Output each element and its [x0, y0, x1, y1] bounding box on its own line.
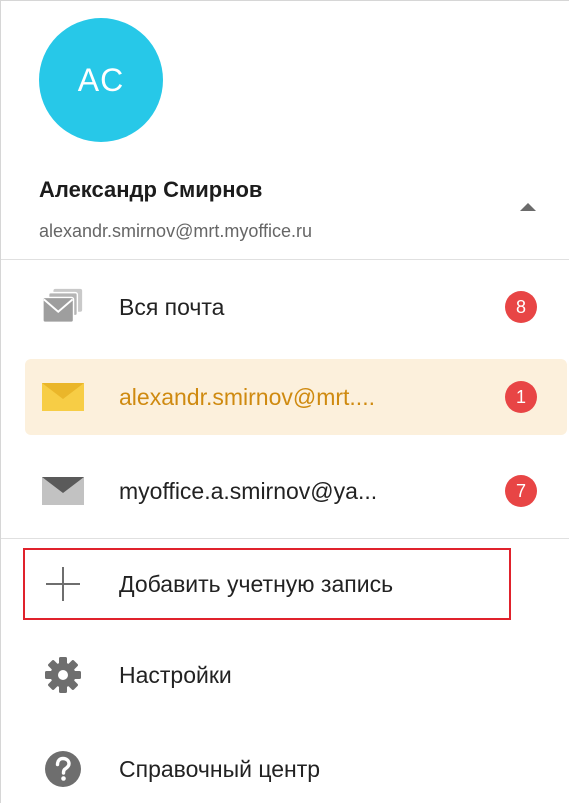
all-mail-icon — [41, 285, 85, 329]
settings-button[interactable]: Настройки — [25, 637, 567, 713]
account-name: Александр Смирнов — [39, 177, 263, 202]
account-email: alexandr.smirnov@mrt.myoffice.ru — [39, 221, 313, 241]
mailbox-account-mrt[interactable]: alexandr.smirnov@mrt.... 1 — [25, 359, 567, 435]
account-switcher-toggle[interactable] — [515, 197, 541, 217]
mailbox-all-mail[interactable]: Вся почта 8 — [25, 269, 567, 345]
highlight-frame — [23, 548, 511, 620]
unread-count-badge: 7 — [505, 475, 537, 507]
unread-count-badge: 8 — [505, 291, 537, 323]
settings-label: Настройки — [119, 661, 232, 688]
mailbox-label: myoffice.a.smirnov@ya... — [119, 477, 378, 504]
mailbox-label: Вся почта — [119, 293, 225, 320]
help-center-button[interactable]: Справочный центр — [25, 731, 567, 803]
help-icon — [41, 747, 85, 791]
envelope-icon — [41, 375, 85, 419]
navigation-drawer: AC Александр Смирнов alexandr.smirnov@mr… — [0, 0, 569, 803]
envelope-icon — [41, 469, 85, 513]
chevron-up-icon — [520, 203, 536, 211]
account-header: AC Александр Смирнов alexandr.smirnov@mr… — [1, 1, 569, 259]
divider — [1, 259, 569, 260]
mailbox-label: alexandr.smirnov@mrt.... — [119, 383, 375, 410]
avatar[interactable]: AC — [39, 18, 163, 142]
gear-icon — [41, 653, 85, 697]
mailbox-account-yandex[interactable]: myoffice.a.smirnov@ya... 7 — [25, 453, 567, 529]
divider — [1, 538, 569, 539]
help-center-label: Справочный центр — [119, 755, 321, 782]
unread-count-badge: 1 — [505, 381, 537, 413]
